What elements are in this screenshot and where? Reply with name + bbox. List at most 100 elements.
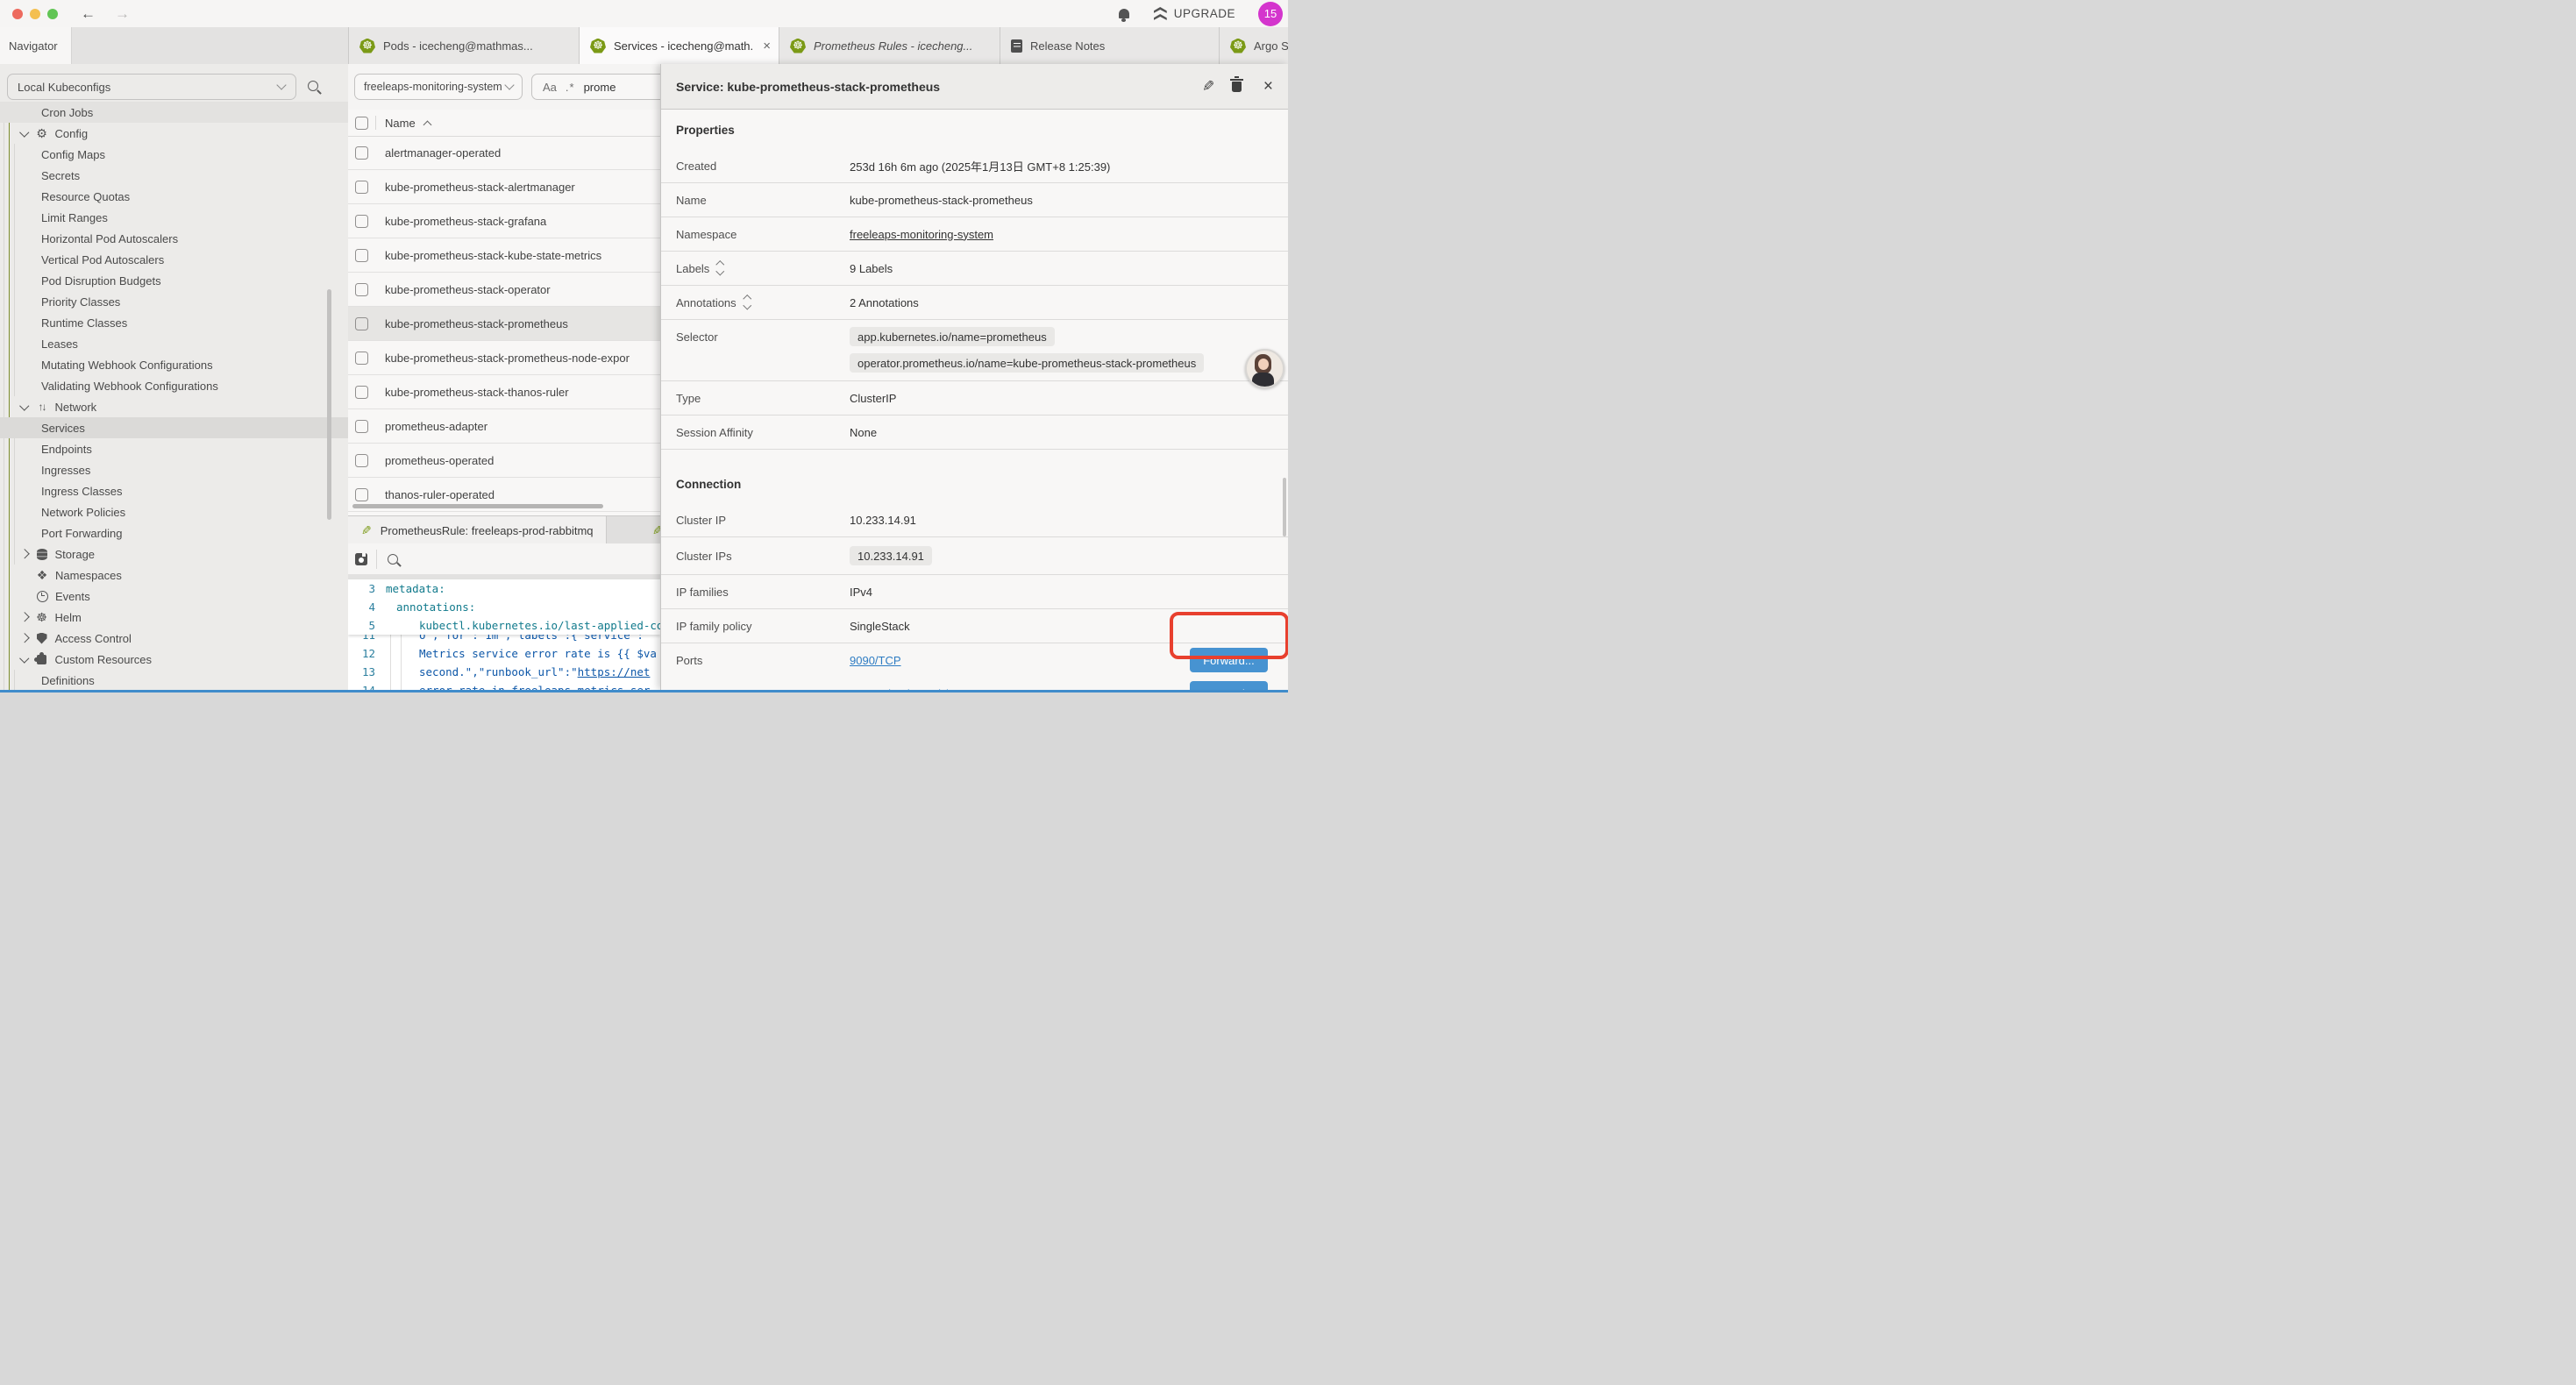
selector-chip: app.kubernetes.io/name=prometheus — [850, 327, 1055, 346]
close-window-button[interactable] — [12, 9, 23, 19]
row-checkbox[interactable] — [355, 317, 368, 330]
row-checkbox[interactable] — [355, 181, 368, 194]
forward-arrow-icon[interactable]: → — [115, 6, 130, 21]
yaml-editor[interactable]: 3metadata: 4annotations: 5kubectl.kubern… — [348, 579, 660, 690]
sidebar-item-services[interactable]: Services — [0, 417, 348, 438]
ports-row-1: Ports 9090/TCP Forward... — [661, 643, 1288, 677]
sidebar-item-network-policies[interactable]: Network Policies — [0, 501, 348, 522]
back-arrow-icon[interactable]: ← — [81, 6, 96, 21]
expand-collapse-icon[interactable] — [717, 262, 723, 274]
sidebar-item-limit-ranges[interactable]: Limit Ranges — [0, 207, 348, 228]
helm-wheel-icon: ☸ — [35, 610, 49, 625]
sidebar-item-secrets[interactable]: Secrets — [0, 165, 348, 186]
save-icon[interactable] — [355, 553, 367, 565]
table-row[interactable]: kube-prometheus-stack-operator — [348, 273, 660, 307]
sidebar-item-horizontal-pod-autoscalers[interactable]: Horizontal Pod Autoscalers — [0, 228, 348, 249]
row-checkbox[interactable] — [355, 249, 368, 262]
sidebar-group-helm[interactable]: ☸Helm — [0, 607, 348, 628]
sidebar-item-vertical-pod-autoscalers[interactable]: Vertical Pod Autoscalers — [0, 249, 348, 270]
upgrade-chevrons-icon[interactable] — [1154, 7, 1167, 20]
runbook-url-link[interactable]: https://net — [578, 665, 651, 678]
sidebar-item-pod-disruption-budgets[interactable]: Pod Disruption Budgets — [0, 270, 348, 291]
regex-toggle[interactable]: .* — [566, 81, 575, 94]
notifications-bell-icon[interactable] — [1119, 9, 1129, 18]
namespace-selector[interactable]: freeleaps-monitoring-system — [354, 74, 523, 100]
row-checkbox[interactable] — [355, 215, 368, 228]
sidebar-item-cron-jobs[interactable]: Cron Jobs — [0, 102, 348, 123]
sidebar-item-events[interactable]: Events — [0, 586, 348, 607]
document-icon — [1011, 39, 1022, 53]
tab-argo[interactable]: ☸ Argo Se — [1219, 27, 1288, 64]
tab-services[interactable]: ☸ Services - icecheng@math... × — [579, 27, 780, 65]
sidebar-group-access-control[interactable]: Access Control — [0, 628, 348, 649]
assistant-avatar[interactable] — [1245, 349, 1284, 388]
sidebar-item-mutating-webhook-configurations[interactable]: Mutating Webhook Configurations — [0, 354, 348, 375]
editor-search-icon[interactable] — [388, 554, 398, 565]
sidebar-item-validating-webhook-configurations[interactable]: Validating Webhook Configurations — [0, 375, 348, 396]
account-badge[interactable]: 15 — [1258, 2, 1283, 26]
tab-release-notes[interactable]: Release Notes — [1000, 27, 1220, 64]
sidebar-item-definitions[interactable]: Definitions — [0, 670, 348, 690]
sidebar-item-ingresses[interactable]: Ingresses — [0, 459, 348, 480]
sidebar-item-leases[interactable]: Leases — [0, 333, 348, 354]
table-row[interactable]: kube-prometheus-stack-prometheus-node-ex… — [348, 341, 660, 375]
sidebar-item-resource-quotas[interactable]: Resource Quotas — [0, 186, 348, 207]
sidebar-item-port-forwarding[interactable]: Port Forwarding — [0, 522, 348, 543]
expand-collapse-icon[interactable] — [744, 296, 751, 309]
zoom-window-button[interactable] — [47, 9, 58, 19]
sidebar-group-custom-resources[interactable]: Custom Resources — [0, 649, 348, 670]
table-row[interactable]: alertmanager-operated — [348, 136, 660, 170]
forward-button[interactable]: Forward... — [1190, 681, 1268, 690]
service-rows: alertmanager-operated kube-prometheus-st… — [348, 136, 660, 512]
horizontal-scrollbar[interactable] — [352, 504, 603, 508]
up-down-arrows-icon: ↑↓ — [35, 401, 49, 413]
table-row[interactable]: kube-prometheus-stack-kube-state-metrics — [348, 238, 660, 273]
navigator-tab[interactable]: Navigator — [0, 27, 72, 64]
tab-prometheus-rules[interactable]: ☸ Prometheus Rules - icecheng... — [779, 27, 1001, 64]
sidebar-search-icon[interactable] — [308, 81, 318, 91]
list-search-input[interactable]: Aa .* prome — [531, 74, 660, 100]
sidebar-item-runtime-classes[interactable]: Runtime Classes — [0, 312, 348, 333]
table-row-selected[interactable]: kube-prometheus-stack-prometheus — [348, 307, 660, 341]
kubeconfig-selector[interactable]: Local Kubeconfigs — [7, 74, 296, 100]
namespace-link[interactable]: freeleaps-monitoring-system — [850, 228, 993, 241]
selector-chip: operator.prometheus.io/name=kube-prometh… — [850, 353, 1204, 373]
editor-tab-prometheusrule[interactable]: ✎ PrometheusRule: freeleaps-prod-rabbitm… — [348, 516, 607, 544]
tab-pods[interactable]: ☸ Pods - icecheng@mathmas... — [348, 27, 580, 64]
sidebar-group-storage[interactable]: Storage — [0, 543, 348, 565]
panel-scrollbar[interactable] — [1283, 478, 1286, 536]
row-checkbox[interactable] — [355, 283, 368, 296]
table-row[interactable]: kube-prometheus-stack-grafana — [348, 204, 660, 238]
table-row[interactable]: kube-prometheus-stack-thanos-ruler — [348, 375, 660, 409]
delete-trash-icon[interactable] — [1232, 82, 1242, 92]
table-row[interactable]: kube-prometheus-stack-alertmanager — [348, 170, 660, 204]
port-link[interactable]: 9090/TCP — [850, 654, 901, 667]
editor-tab-next[interactable]: ✎ — [607, 516, 660, 544]
tab-close-icon[interactable]: × — [763, 39, 771, 53]
sidebar-item-config-maps[interactable]: Config Maps — [0, 144, 348, 165]
forward-button[interactable]: Forward... — [1190, 648, 1268, 672]
row-checkbox[interactable] — [355, 420, 368, 433]
sidebar-group-network[interactable]: ↑↓Network — [0, 396, 348, 417]
table-row[interactable]: prometheus-operated — [348, 444, 660, 478]
row-checkbox[interactable] — [355, 488, 368, 501]
sidebar-item-priority-classes[interactable]: Priority Classes — [0, 291, 348, 312]
upgrade-label[interactable]: UPGRADE — [1174, 7, 1235, 20]
sidebar-scrollbar[interactable] — [327, 289, 331, 520]
select-all-checkbox[interactable] — [355, 117, 368, 130]
match-case-toggle[interactable]: Aa — [543, 81, 557, 94]
minimize-window-button[interactable] — [30, 9, 40, 19]
sidebar-item-namespaces[interactable]: ❖Namespaces — [0, 565, 348, 586]
table-row[interactable]: prometheus-adapter — [348, 409, 660, 444]
close-icon[interactable]: × — [1263, 77, 1273, 96]
edit-icon[interactable]: ✎ — [1202, 78, 1214, 96]
row-checkbox[interactable] — [355, 386, 368, 399]
sidebar-group-config[interactable]: ⚙Config — [0, 123, 348, 144]
sidebar-item-endpoints[interactable]: Endpoints — [0, 438, 348, 459]
row-checkbox[interactable] — [355, 454, 368, 467]
row-checkbox[interactable] — [355, 146, 368, 160]
sort-ascending-icon[interactable] — [423, 120, 431, 129]
row-checkbox[interactable] — [355, 352, 368, 365]
sidebar-item-ingress-classes[interactable]: Ingress Classes — [0, 480, 348, 501]
name-column-header[interactable]: Name — [385, 117, 416, 130]
